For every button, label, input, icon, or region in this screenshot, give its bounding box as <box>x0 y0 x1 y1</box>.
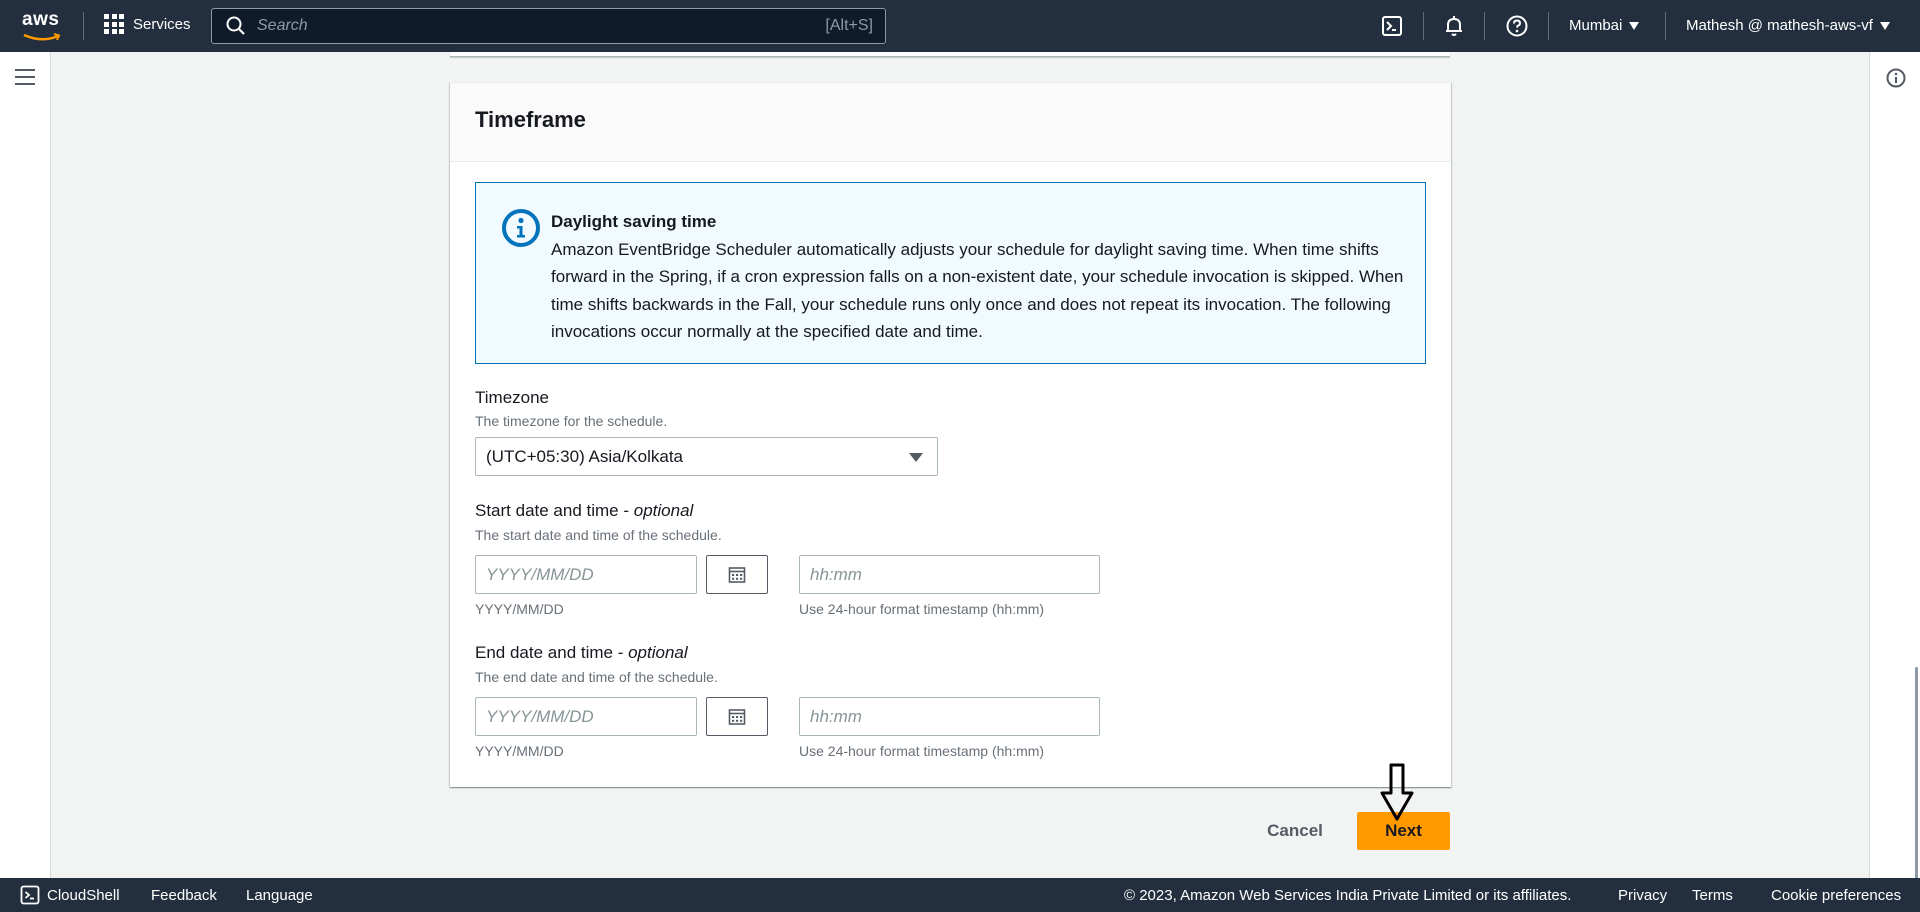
start-date-input[interactable]: YYYY/MM/DD <box>475 555 697 594</box>
end-time-input[interactable]: hh:mm <box>799 697 1100 736</box>
calendar-icon <box>728 566 746 583</box>
cloudshell-label: CloudShell <box>47 886 120 904</box>
caret-down-icon <box>909 453 923 462</box>
copyright-text: © 2023, Amazon Web Services India Privat… <box>1124 887 1572 904</box>
start-date-description: The start date and time of the schedule. <box>475 527 722 543</box>
scrollbar-thumb[interactable] <box>1915 667 1918 912</box>
search-shortcut: [Alt+S] <box>825 17 873 34</box>
region-selector[interactable]: Mumbai <box>1569 17 1640 34</box>
timezone-description: The timezone for the schedule. <box>475 413 668 429</box>
help-icon[interactable] <box>1505 14 1529 38</box>
info-panel-icon[interactable] <box>1885 67 1907 89</box>
arrow-down-icon <box>1380 763 1414 821</box>
cancel-button[interactable]: Cancel <box>1255 812 1335 850</box>
cloudshell-icon <box>20 885 40 905</box>
end-date-input[interactable]: YYYY/MM/DD <box>475 697 697 736</box>
aws-smile-icon <box>23 33 61 41</box>
end-date-description: The end date and time of the schedule. <box>475 669 718 685</box>
timezone-value: (UTC+05:30) Asia/Kolkata <box>486 446 684 466</box>
bell-icon[interactable] <box>1442 14 1466 38</box>
start-date-hint: YYYY/MM/DD <box>475 601 564 617</box>
services-label: Services <box>133 15 191 33</box>
alert-content: Daylight saving time Amazon EventBridge … <box>551 208 1406 346</box>
end-date-label: End date and time - optional <box>475 643 688 662</box>
account-menu[interactable]: Mathesh @ mathesh-aws-vf <box>1686 17 1890 34</box>
aws-logo[interactable]: aws <box>22 10 62 42</box>
info-alert: Daylight saving time Amazon EventBridge … <box>475 182 1426 364</box>
cloudshell-icon[interactable] <box>1380 14 1404 38</box>
services-menu-button[interactable]: Services <box>104 14 191 34</box>
footer: CloudShell Feedback Language © 2023, Ama… <box>0 878 1920 912</box>
nav-divider <box>1423 12 1424 40</box>
language-link[interactable]: Language <box>246 887 313 904</box>
calendar-icon <box>728 708 746 725</box>
menu-icon[interactable] <box>15 69 35 85</box>
timeframe-container: Timeframe Daylight saving time Amazon Ev… <box>450 82 1451 787</box>
end-date-hint: YYYY/MM/DD <box>475 743 564 759</box>
cloudshell-footer-button[interactable]: CloudShell <box>20 885 120 905</box>
alert-title: Daylight saving time <box>551 212 717 231</box>
start-time-input[interactable]: hh:mm <box>799 555 1100 594</box>
nav-divider <box>83 12 84 40</box>
left-rail <box>0 52 51 878</box>
previous-panel-edge <box>450 52 1450 57</box>
aws-logo-text: aws <box>22 9 60 30</box>
nav-divider <box>1665 12 1666 40</box>
start-time-hint: Use 24-hour format timestamp (hh:mm) <box>799 601 1045 617</box>
search-icon <box>226 16 245 35</box>
nav-divider <box>1484 12 1485 40</box>
cookie-preferences-link[interactable]: Cookie preferences <box>1771 887 1901 904</box>
alert-text: Amazon EventBridge Scheduler automatical… <box>551 239 1404 342</box>
account-label: Mathesh @ mathesh-aws-vf <box>1686 17 1873 34</box>
search-input[interactable]: Search [Alt+S] <box>211 8 886 44</box>
timezone-label: Timezone <box>475 388 550 407</box>
timezone-select[interactable]: (UTC+05:30) Asia/Kolkata <box>475 437 938 476</box>
privacy-link[interactable]: Privacy <box>1618 887 1667 904</box>
end-calendar-button[interactable] <box>706 697 768 736</box>
top-navigation: aws Services Search [Alt+S] Mumbai Mathe… <box>0 0 1920 52</box>
caret-down-icon <box>1879 21 1890 30</box>
region-label: Mumbai <box>1569 17 1623 34</box>
panel-header: Timeframe <box>450 83 1451 162</box>
end-time-hint: Use 24-hour format timestamp (hh:mm) <box>799 743 1045 759</box>
terms-link[interactable]: Terms <box>1692 887 1733 904</box>
start-calendar-button[interactable] <box>706 555 768 594</box>
panel-title: Timeframe <box>475 107 586 132</box>
start-date-label: Start date and time - optional <box>475 501 694 520</box>
caret-down-icon <box>1629 21 1640 30</box>
search-placeholder: Search <box>257 17 308 34</box>
feedback-link[interactable]: Feedback <box>151 887 217 904</box>
grid-icon <box>104 14 124 34</box>
right-rail <box>1869 52 1920 912</box>
nav-divider <box>1548 12 1549 40</box>
info-icon <box>502 209 540 247</box>
